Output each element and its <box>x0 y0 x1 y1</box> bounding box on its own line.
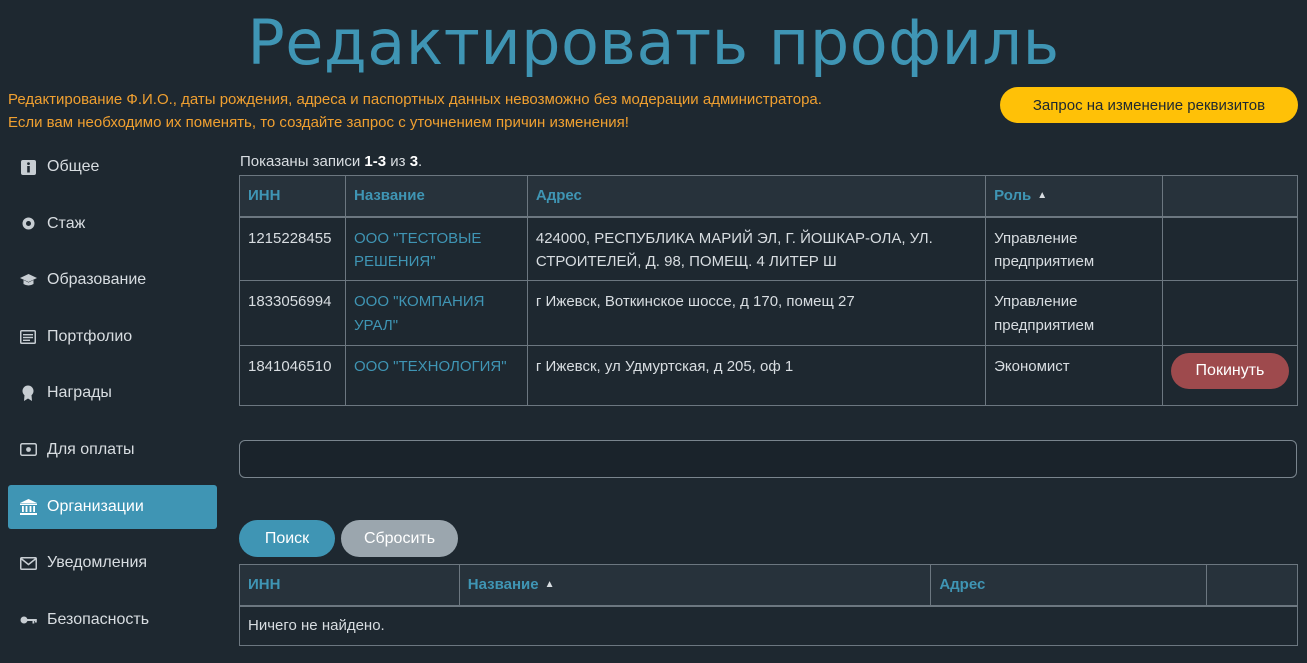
org-name-link[interactable]: ООО "ТЕСТОВЫЕ РЕШЕНИЯ" <box>344 216 528 281</box>
money-icon <box>19 441 37 459</box>
leave-organization-button[interactable]: Покинуть <box>1170 353 1289 389</box>
sidebar-item-payment[interactable]: Для оплаты <box>8 428 217 472</box>
sort-ascending-icon: ▲ <box>544 579 555 591</box>
cell-actions <box>1161 216 1299 281</box>
cell-address: г Ижевск, ул Удмуртская, д 205, оф 1 <box>526 345 987 406</box>
sidebar-item-label: Образование <box>47 271 147 289</box>
list-icon <box>19 328 37 346</box>
cell-inn: 1833056994 <box>239 280 346 346</box>
sidebar-item-awards[interactable]: Награды <box>8 371 217 415</box>
table-row: 1215228455 ООО "ТЕСТОВЫЕ РЕШЕНИЯ" 424000… <box>239 216 1299 281</box>
column-header-actions <box>1206 564 1298 607</box>
table-row: 1841046510 ООО "ТЕХНОЛОГИЯ" г Ижевск, ул… <box>239 345 1299 406</box>
notice-line-2: Если вам необходимо их поменять, то созд… <box>8 114 629 131</box>
info-icon <box>19 158 37 176</box>
cell-role: Управление предприятием <box>985 216 1163 281</box>
sidebar-item-experience[interactable]: Стаж <box>8 202 217 246</box>
column-header-address[interactable]: Адрес <box>526 175 987 218</box>
organizations-table: ИНН Название Адрес Роль ▲ 1215228455 ООО … <box>239 175 1299 406</box>
org-name-link[interactable]: ООО "ТЕХНОЛОГИЯ" <box>344 345 528 406</box>
cell-inn: 1215228455 <box>239 216 346 281</box>
sidebar-item-portfolio[interactable]: Портфолио <box>8 315 217 359</box>
page-title: Редактировать профиль <box>247 6 1060 79</box>
column-header-name[interactable]: Название <box>344 175 528 218</box>
organization-search-input[interactable] <box>239 440 1297 478</box>
sidebar-item-label: Награды <box>47 384 112 402</box>
search-results-table: ИНН Название ▲ Адрес Ничего не найдено. <box>239 564 1298 646</box>
notice-line-1: Редактирование Ф.И.О., даты рождения, ад… <box>8 91 822 108</box>
empty-results-message: Ничего не найдено. <box>239 605 1298 646</box>
column-header-inn[interactable]: ИНН <box>239 175 346 218</box>
records-summary: Показаны записи 1-3 из 3. <box>240 153 423 170</box>
sidebar-item-label: Безопасность <box>47 610 150 628</box>
sidebar-item-notifications[interactable]: Уведомления <box>8 541 217 585</box>
sidebar-item-label: Стаж <box>47 214 86 232</box>
cell-role: Управление предприятием <box>985 280 1163 346</box>
sidebar-item-general[interactable]: Общее <box>8 145 217 189</box>
column-header-actions <box>1161 175 1299 218</box>
sidebar-item-organizations[interactable]: Организации <box>8 484 217 529</box>
search-button[interactable]: Поиск <box>239 520 335 557</box>
sidebar: Общее Стаж Образование Портфолио Награды… <box>8 145 217 654</box>
gear-icon <box>19 215 37 233</box>
bank-icon <box>19 498 37 516</box>
table-row: 1833056994 ООО "КОМПАНИЯ УРАЛ" г Ижевск,… <box>239 280 1299 346</box>
award-icon <box>19 384 37 402</box>
sidebar-item-label: Для оплаты <box>47 440 135 458</box>
sidebar-item-education[interactable]: Образование <box>8 258 217 302</box>
table-row: Ничего не найдено. <box>239 605 1298 646</box>
sidebar-item-label: Портфолио <box>47 327 133 345</box>
cell-inn: 1841046510 <box>239 345 346 406</box>
graduation-cap-icon <box>19 271 37 289</box>
sort-ascending-icon: ▲ <box>1037 190 1048 202</box>
cell-address: 424000, РЕСПУБЛИКА МАРИЙ ЭЛ, Г. ЙОШКАР-О… <box>526 216 987 281</box>
column-header-inn[interactable]: ИНН <box>239 564 460 607</box>
sidebar-item-label: Уведомления <box>47 554 148 572</box>
cell-actions: Покинуть <box>1161 345 1299 406</box>
moderation-notice: Редактирование Ф.И.О., даты рождения, ад… <box>8 88 822 134</box>
cell-actions <box>1161 280 1299 346</box>
cell-address: г Ижевск, Воткинское шоссе, д 170, помещ… <box>526 280 987 346</box>
envelope-icon <box>19 554 37 572</box>
sidebar-item-label: Общее <box>47 158 100 175</box>
key-icon <box>19 611 37 629</box>
org-name-link[interactable]: ООО "КОМПАНИЯ УРАЛ" <box>344 280 528 346</box>
column-header-role[interactable]: Роль ▲ <box>985 175 1163 218</box>
reset-button[interactable]: Сбросить <box>341 520 458 557</box>
sidebar-item-label: Организации <box>47 497 144 515</box>
request-change-button[interactable]: Запрос на изменение реквизитов <box>1000 87 1298 123</box>
cell-role: Экономист <box>985 345 1163 406</box>
column-header-name[interactable]: Название ▲ <box>458 564 932 607</box>
column-header-address[interactable]: Адрес <box>930 564 1208 607</box>
sidebar-item-security[interactable]: Безопасность <box>8 598 217 642</box>
